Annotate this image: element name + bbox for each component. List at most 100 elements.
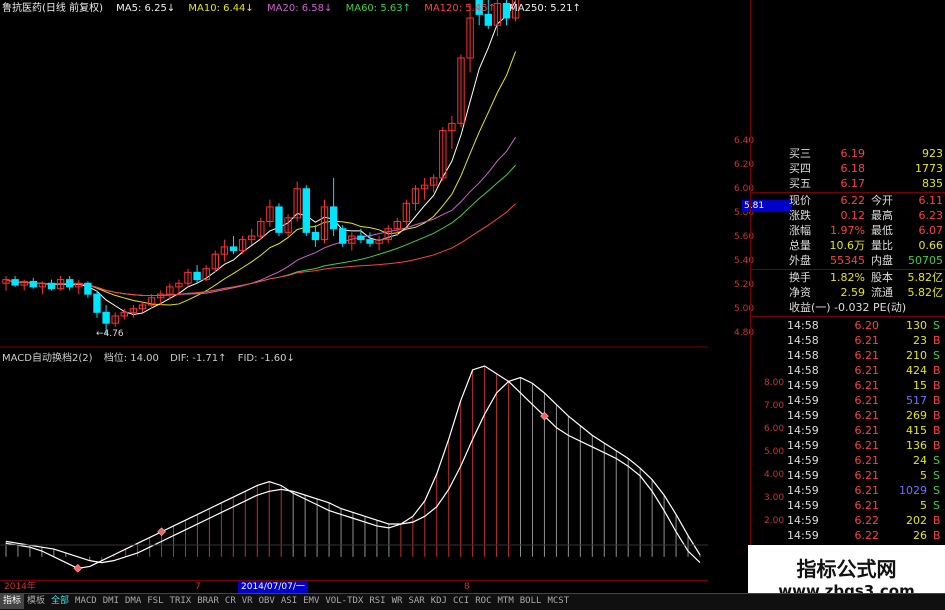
candle-body bbox=[302, 188, 311, 233]
ma120-value: MA120: 5.45↑ bbox=[424, 3, 496, 14]
macd-indicator-name[interactable]: MACD自动换档2(2) bbox=[2, 353, 93, 364]
tick-direction: B bbox=[933, 439, 941, 452]
candle-body bbox=[357, 235, 365, 241]
tick-price: 6.21 bbox=[854, 379, 880, 392]
tick-time: 14:59 bbox=[787, 439, 819, 452]
tick-row[interactable]: 14:59 6.21 1029 S bbox=[751, 483, 945, 498]
stat-row: 外盘 55345 内盘 50705 bbox=[789, 254, 943, 267]
low-price-marker: ←4.76 bbox=[96, 329, 124, 339]
tab-16[interactable]: WR bbox=[389, 594, 406, 609]
candle-body bbox=[47, 282, 56, 290]
tab-21[interactable]: MTM bbox=[495, 594, 517, 609]
tab-8[interactable]: BRAR bbox=[194, 594, 222, 609]
candle-body bbox=[311, 231, 320, 241]
tick-direction: B bbox=[933, 379, 941, 392]
macd-gear: 档位: 14.00 bbox=[103, 353, 159, 364]
tick-volume: 23 bbox=[913, 334, 927, 347]
tick-volume: 517 bbox=[906, 394, 927, 407]
tab-15[interactable]: RSI bbox=[366, 594, 388, 609]
candle-body bbox=[484, 13, 493, 26]
divider bbox=[751, 316, 945, 317]
cross-marker bbox=[73, 564, 83, 573]
tick-row[interactable]: 14:59 6.22 202 B bbox=[751, 513, 945, 528]
tick-volume: 24 bbox=[913, 454, 927, 467]
candle-body bbox=[66, 279, 74, 288]
tick-row[interactable]: 14:59 6.22 26 B bbox=[751, 528, 945, 543]
date-tick-july: 7 bbox=[195, 582, 201, 592]
tab-19[interactable]: CCI bbox=[450, 594, 472, 609]
tab-2[interactable]: 全部 bbox=[48, 594, 72, 609]
tick-time: 14:59 bbox=[787, 499, 819, 512]
tab-17[interactable]: SAR bbox=[405, 594, 427, 609]
tick-price: 6.21 bbox=[854, 409, 880, 422]
tick-price: 6.21 bbox=[854, 334, 880, 347]
tick-price: 6.21 bbox=[854, 364, 880, 377]
tab-12[interactable]: ASI bbox=[278, 594, 300, 609]
bid-row[interactable]: 买五 6.17 835 bbox=[751, 176, 945, 191]
ma-line-45 bbox=[5, 203, 516, 297]
tick-direction: B bbox=[933, 529, 941, 542]
stock-title[interactable]: 鲁抗医药(日线 前复权) bbox=[2, 3, 103, 14]
tab-18[interactable]: KDJ bbox=[428, 594, 450, 609]
tab-9[interactable]: CR bbox=[222, 594, 239, 609]
tick-volume: 26 bbox=[913, 529, 927, 542]
stat-row: 涨幅 1.97% 最低 6.07 bbox=[789, 224, 943, 237]
tick-row[interactable]: 14:59 6.21 136 B bbox=[751, 438, 945, 453]
tab-0[interactable]: 指标 bbox=[0, 594, 25, 609]
date-cursor: 2014/07/07/一 bbox=[238, 581, 308, 593]
candle-body bbox=[29, 280, 38, 288]
tick-time: 14:59 bbox=[787, 454, 819, 467]
tab-4[interactable]: DMI bbox=[100, 594, 122, 609]
tick-row[interactable]: 14:58 6.21 210 S bbox=[751, 348, 945, 363]
tick-row[interactable]: 14:58 6.20 130 S bbox=[751, 318, 945, 333]
tab-7[interactable]: TRIX bbox=[167, 594, 195, 609]
stock-chart[interactable] bbox=[0, 0, 708, 593]
candle-body bbox=[11, 279, 19, 286]
tick-row[interactable]: 14:58 6.21 23 B bbox=[751, 333, 945, 348]
quote-panel: 买三 6.19 923 买四 6.18 1773 买五 6.17 835 现价 … bbox=[750, 0, 945, 593]
tab-13[interactable]: EMV bbox=[300, 594, 322, 609]
tab-1[interactable]: 模板 bbox=[24, 594, 48, 609]
date-tick-aug: 8 bbox=[464, 582, 470, 592]
tick-time: 14:59 bbox=[787, 394, 819, 407]
tab-6[interactable]: FSL bbox=[144, 594, 166, 609]
ma-legend: 鲁抗医药(日线 前复权) MA5: 6.25↓ MA10: 6.44↓ MA20… bbox=[2, 2, 591, 16]
tick-row[interactable]: 14:59 6.21 269 B bbox=[751, 408, 945, 423]
candle-body bbox=[366, 239, 374, 244]
tab-5[interactable]: DMA bbox=[122, 594, 144, 609]
date-axis: 2014年 7 2014/07/07/一 8 bbox=[0, 580, 708, 594]
bid-row[interactable]: 买四 6.18 1773 bbox=[751, 161, 945, 176]
tick-direction: B bbox=[933, 514, 941, 527]
tab-3[interactable]: MACD bbox=[72, 594, 100, 609]
tick-row[interactable]: 14:59 6.21 15 B bbox=[751, 378, 945, 393]
tab-23[interactable]: MCST bbox=[544, 594, 572, 609]
tick-price: 6.21 bbox=[854, 454, 880, 467]
tick-row[interactable]: 14:59 6.21 24 S bbox=[751, 453, 945, 468]
tick-price: 6.21 bbox=[854, 394, 880, 407]
ma250-value: MA250: 5.21↑ bbox=[509, 3, 581, 14]
tick-volume: 130 bbox=[906, 319, 927, 332]
tick-row[interactable]: 14:59 6.21 517 B bbox=[751, 393, 945, 408]
tab-11[interactable]: OBV bbox=[256, 594, 278, 609]
tick-volume: 269 bbox=[906, 409, 927, 422]
bid-row[interactable]: 买三 6.19 923 bbox=[751, 146, 945, 161]
macd-histogram bbox=[5, 366, 701, 561]
tab-22[interactable]: BOLL bbox=[517, 594, 545, 609]
tick-row[interactable]: 14:59 6.21 5 S bbox=[751, 498, 945, 513]
tab-10[interactable]: VR bbox=[239, 594, 256, 609]
tick-row[interactable]: 14:59 6.21 415 B bbox=[751, 423, 945, 438]
tick-time: 14:58 bbox=[787, 334, 819, 347]
tick-row[interactable]: 14:59 6.21 5 S bbox=[751, 468, 945, 483]
tick-row[interactable]: 14:58 6.21 424 B bbox=[751, 363, 945, 378]
tick-volume: 5 bbox=[920, 469, 927, 482]
tick-direction: S bbox=[933, 454, 940, 467]
tab-14[interactable]: VOL-TDX bbox=[322, 594, 366, 609]
stat-row: 涨跌 0.12 最高 6.23 bbox=[789, 209, 943, 222]
tick-volume: 210 bbox=[906, 349, 927, 362]
tick-time: 14:59 bbox=[787, 484, 819, 497]
tick-price: 6.21 bbox=[854, 484, 880, 497]
price-axis: 6.40 6.20 6.00 5.80 5.60 5.40 5.20 5.00 … bbox=[708, 0, 792, 593]
tick-direction: S bbox=[933, 484, 940, 497]
tab-20[interactable]: ROC bbox=[472, 594, 494, 609]
macd-fid: FID: -1.60↓ bbox=[237, 353, 295, 364]
